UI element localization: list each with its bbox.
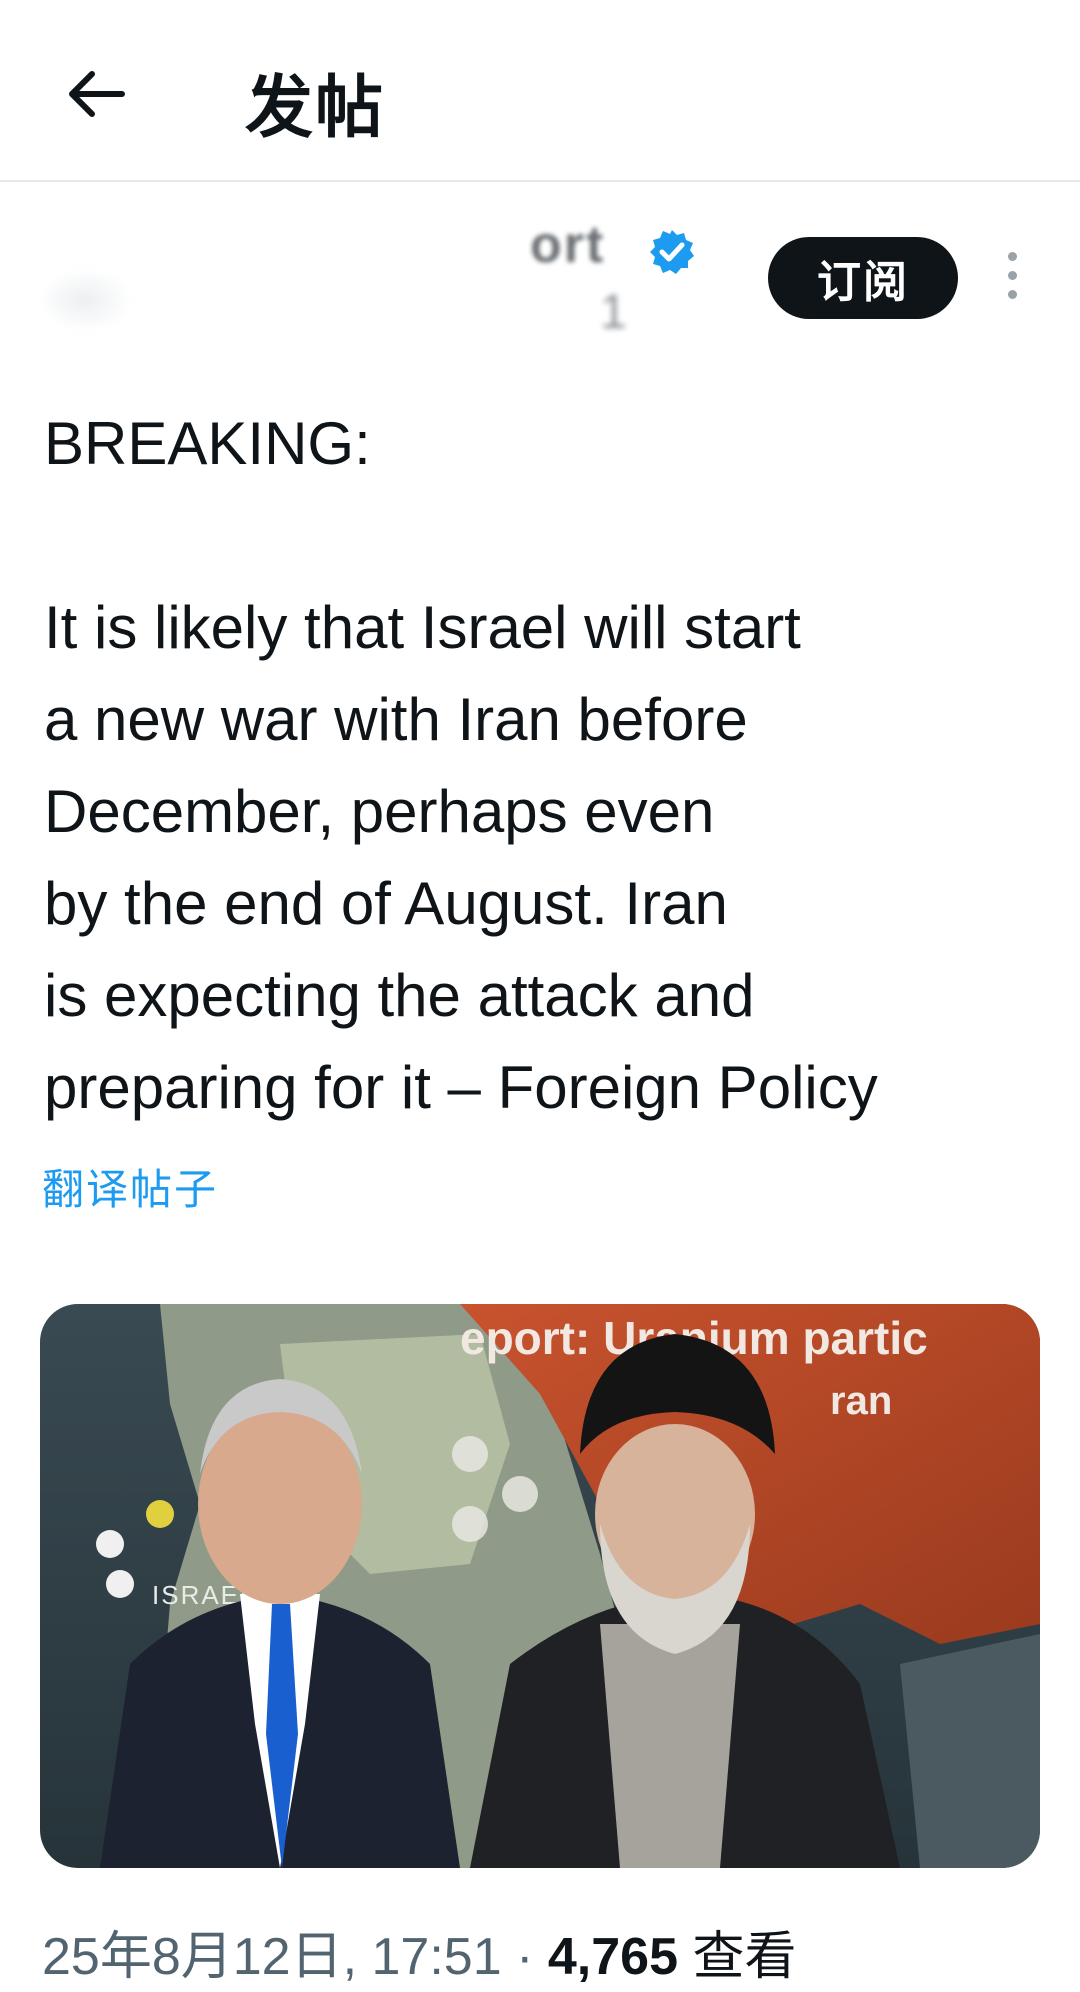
post-line: a new war with Iran before [44,686,748,753]
author-name[interactable]: ort 1 [440,215,670,335]
back-button[interactable] [60,58,132,130]
meta-separator: · [516,1928,534,1986]
post-meta: 25年8月12日, 17:51 · 4,765 查看 [42,1914,796,1989]
views-count: 4,765 [547,1928,678,1986]
arrow-left-icon [69,71,125,117]
post-timestamp: 25年8月12日, 17:51 [42,1928,502,1986]
post-line: by the end of August. Iran [44,870,728,937]
avatar[interactable] [40,270,130,330]
post-line: preparing for it – Foreign Policy [44,1054,878,1121]
verified-badge-icon [650,230,694,274]
translate-post-link[interactable]: 翻译帖子 [42,1156,218,1217]
post-text: BREAKING: It is likely that Israel will … [44,398,1044,1134]
post-line: December, perhaps even [44,778,715,845]
subscribe-button[interactable]: 订阅 [768,237,958,319]
post-image[interactable]: ISRAEL eport: Uranium partic ran [40,1304,1040,1868]
author-name-text: ort [530,216,606,274]
views-label: 查看 [692,1928,797,1986]
image-headline-line2: ran [830,1379,892,1423]
top-bar: 发帖 [0,0,1080,182]
author-handle-text: 1 [600,286,627,335]
more-vertical-icon[interactable] [996,252,1028,308]
post-heading: BREAKING: [44,410,371,477]
page-title: 发帖 [245,70,386,146]
post-line: is expecting the attack and [44,962,755,1029]
post-line: It is likely that Israel will start [44,594,801,661]
